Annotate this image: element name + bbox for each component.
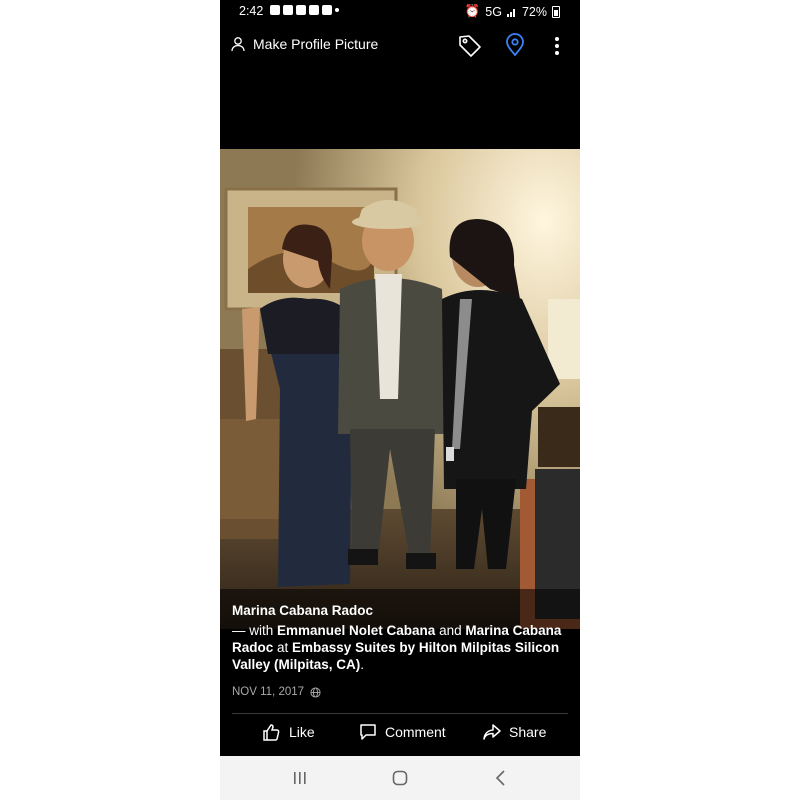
system-nav-bar	[220, 756, 580, 800]
signal-icon	[506, 8, 515, 17]
battery-percent: 72%	[521, 4, 547, 19]
comment-label: Comment	[385, 724, 446, 740]
more-options-icon[interactable]	[550, 33, 564, 59]
make-profile-picture-label: Make Profile Picture	[253, 36, 379, 52]
youtube-icon	[322, 5, 332, 15]
post-meta: NOV 11, 2017	[232, 686, 321, 698]
comment-button[interactable]: Comment	[358, 722, 446, 742]
globe-icon	[310, 686, 321, 698]
phone-screen: 2:42 ⏰ 5G 72% Make Profile Picture Marin…	[220, 0, 580, 800]
network-label: 5G	[485, 4, 502, 19]
dot-icon	[335, 8, 339, 12]
post-date: NOV 11, 2017	[232, 686, 305, 698]
and-word: and	[435, 623, 466, 638]
status-bar: 2:42 ⏰ 5G 72%	[220, 0, 580, 24]
with-prefix: — with	[232, 623, 278, 638]
app-icon	[309, 5, 319, 15]
recent-apps-icon[interactable]	[285, 766, 315, 790]
facebook-icon	[283, 5, 293, 15]
home-icon[interactable]	[385, 766, 415, 790]
post-caption: Marina Cabana Radoc — with Emmanuel Nole…	[232, 602, 572, 673]
tiktok-icon	[296, 5, 306, 15]
share-icon	[483, 724, 501, 740]
at-word: at	[273, 640, 293, 655]
make-profile-picture-button[interactable]: Make Profile Picture	[230, 30, 378, 58]
share-label: Share	[509, 724, 547, 740]
post-actions: Like Comment Share	[220, 722, 580, 748]
person-icon	[231, 37, 245, 52]
battery-icon	[552, 5, 560, 18]
back-icon[interactable]	[486, 766, 516, 790]
alarm-icon: ⏰	[464, 4, 481, 18]
notification-icons	[270, 5, 339, 15]
teams-icon	[270, 5, 280, 15]
like-button[interactable]: Like	[262, 722, 315, 742]
post-author[interactable]: Marina Cabana Radoc	[232, 602, 572, 619]
share-button[interactable]: Share	[482, 722, 546, 742]
tagged-person-1[interactable]: Emmanuel Nolet Cabana	[277, 623, 435, 638]
divider	[232, 713, 568, 714]
location-pin-icon[interactable]	[504, 33, 526, 57]
status-time: 2:42	[239, 4, 264, 18]
tag-icon[interactable]	[457, 33, 483, 59]
post-photo[interactable]	[220, 149, 580, 629]
like-label: Like	[289, 724, 315, 740]
status-right: ⏰ 5G 72%	[465, 4, 560, 19]
comment-icon	[360, 724, 376, 740]
end-punctuation: .	[360, 657, 365, 672]
thumbs-up-icon	[263, 724, 280, 741]
top-action-bar: Make Profile Picture	[220, 30, 580, 60]
